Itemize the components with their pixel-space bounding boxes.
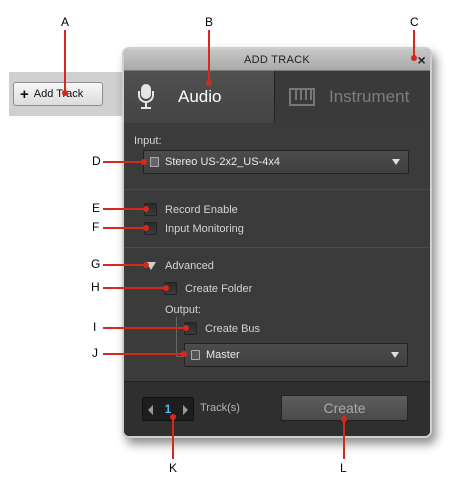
input-monitoring-label: Input Monitoring — [165, 223, 244, 235]
callout-h: H — [91, 280, 100, 294]
tab-instrument-label: Instrument — [329, 87, 410, 106]
callout-f: F — [92, 220, 100, 234]
add-track-dialog: ADD TRACK × Audio Instrument Input: Ster… — [122, 47, 432, 438]
microphone-icon — [138, 84, 154, 110]
callout-dot-h — [163, 285, 169, 291]
tab-audio-label: Audio — [178, 87, 222, 106]
record-enable-label: Record Enable — [165, 204, 238, 216]
callout-dot-i — [183, 325, 189, 331]
chevron-down-icon — [391, 352, 399, 358]
create-bus-label: Create Bus — [205, 323, 261, 335]
callout-i: I — [93, 320, 97, 334]
callout-g: G — [91, 257, 101, 271]
chevron-down-icon — [392, 159, 400, 165]
callout-line-i — [103, 327, 185, 329]
increment-arrow-icon[interactable] — [183, 405, 188, 415]
callout-dot-g — [143, 262, 149, 268]
divider — [124, 189, 430, 190]
track-count-stepper[interactable]: 1 — [142, 397, 194, 421]
add-track-label: Add Track — [33, 88, 84, 100]
callout-line-b — [208, 30, 210, 82]
callout-dot-c — [411, 55, 417, 61]
callout-line-f — [103, 227, 145, 229]
dialog-title: ADD TRACK — [243, 54, 311, 66]
callout-dot-a — [62, 90, 68, 96]
callout-dot-d — [141, 159, 147, 165]
callout-line-d — [103, 161, 143, 163]
callout-j: J — [92, 346, 98, 360]
create-folder-label: Create Folder — [185, 283, 253, 295]
callout-line-l — [343, 419, 345, 459]
track-type-tabs: Audio Instrument — [124, 71, 430, 123]
callout-line-k — [172, 417, 174, 459]
callout-k: K — [169, 461, 178, 475]
output-select[interactable]: Master — [184, 343, 408, 367]
output-label: Output: — [165, 304, 202, 316]
callout-line-c — [413, 30, 415, 57]
input-select-value: Stereo US-2x2_US-4x4 — [165, 156, 280, 168]
output-select-value: Master — [206, 349, 240, 361]
callout-line-e — [103, 208, 145, 210]
callout-line-a — [64, 30, 66, 92]
callout-l: L — [340, 461, 347, 475]
divider — [124, 247, 430, 248]
callout-dot-f — [143, 225, 149, 231]
callout-e: E — [92, 201, 101, 215]
dialog-footer: 1 Track(s) Create — [124, 381, 430, 436]
tab-instrument[interactable]: Instrument — [274, 71, 430, 123]
plus-icon: + — [20, 85, 29, 103]
callout-dot-j — [181, 351, 187, 357]
dialog-titlebar: ADD TRACK × — [124, 49, 430, 71]
callout-line-h — [103, 287, 165, 289]
callout-c: C — [410, 15, 419, 29]
callout-line-g — [103, 264, 145, 266]
piano-keyboard-icon — [289, 88, 315, 106]
close-icon[interactable]: × — [418, 49, 426, 71]
callout-d: D — [92, 154, 101, 168]
tracks-label: Track(s) — [200, 402, 240, 414]
input-label: Input: — [134, 135, 162, 147]
input-port-icon — [150, 157, 159, 167]
output-port-icon — [191, 350, 200, 360]
advanced-label[interactable]: Advanced — [165, 260, 214, 272]
callout-dot-e — [143, 206, 149, 212]
callout-a: A — [61, 15, 70, 29]
callout-dot-b — [206, 80, 212, 86]
callout-line-j — [103, 353, 183, 355]
callout-b: B — [205, 15, 214, 29]
input-select[interactable]: Stereo US-2x2_US-4x4 — [143, 150, 409, 174]
tab-audio[interactable]: Audio — [124, 71, 274, 123]
add-track-button[interactable]: + Add Track — [13, 82, 103, 106]
